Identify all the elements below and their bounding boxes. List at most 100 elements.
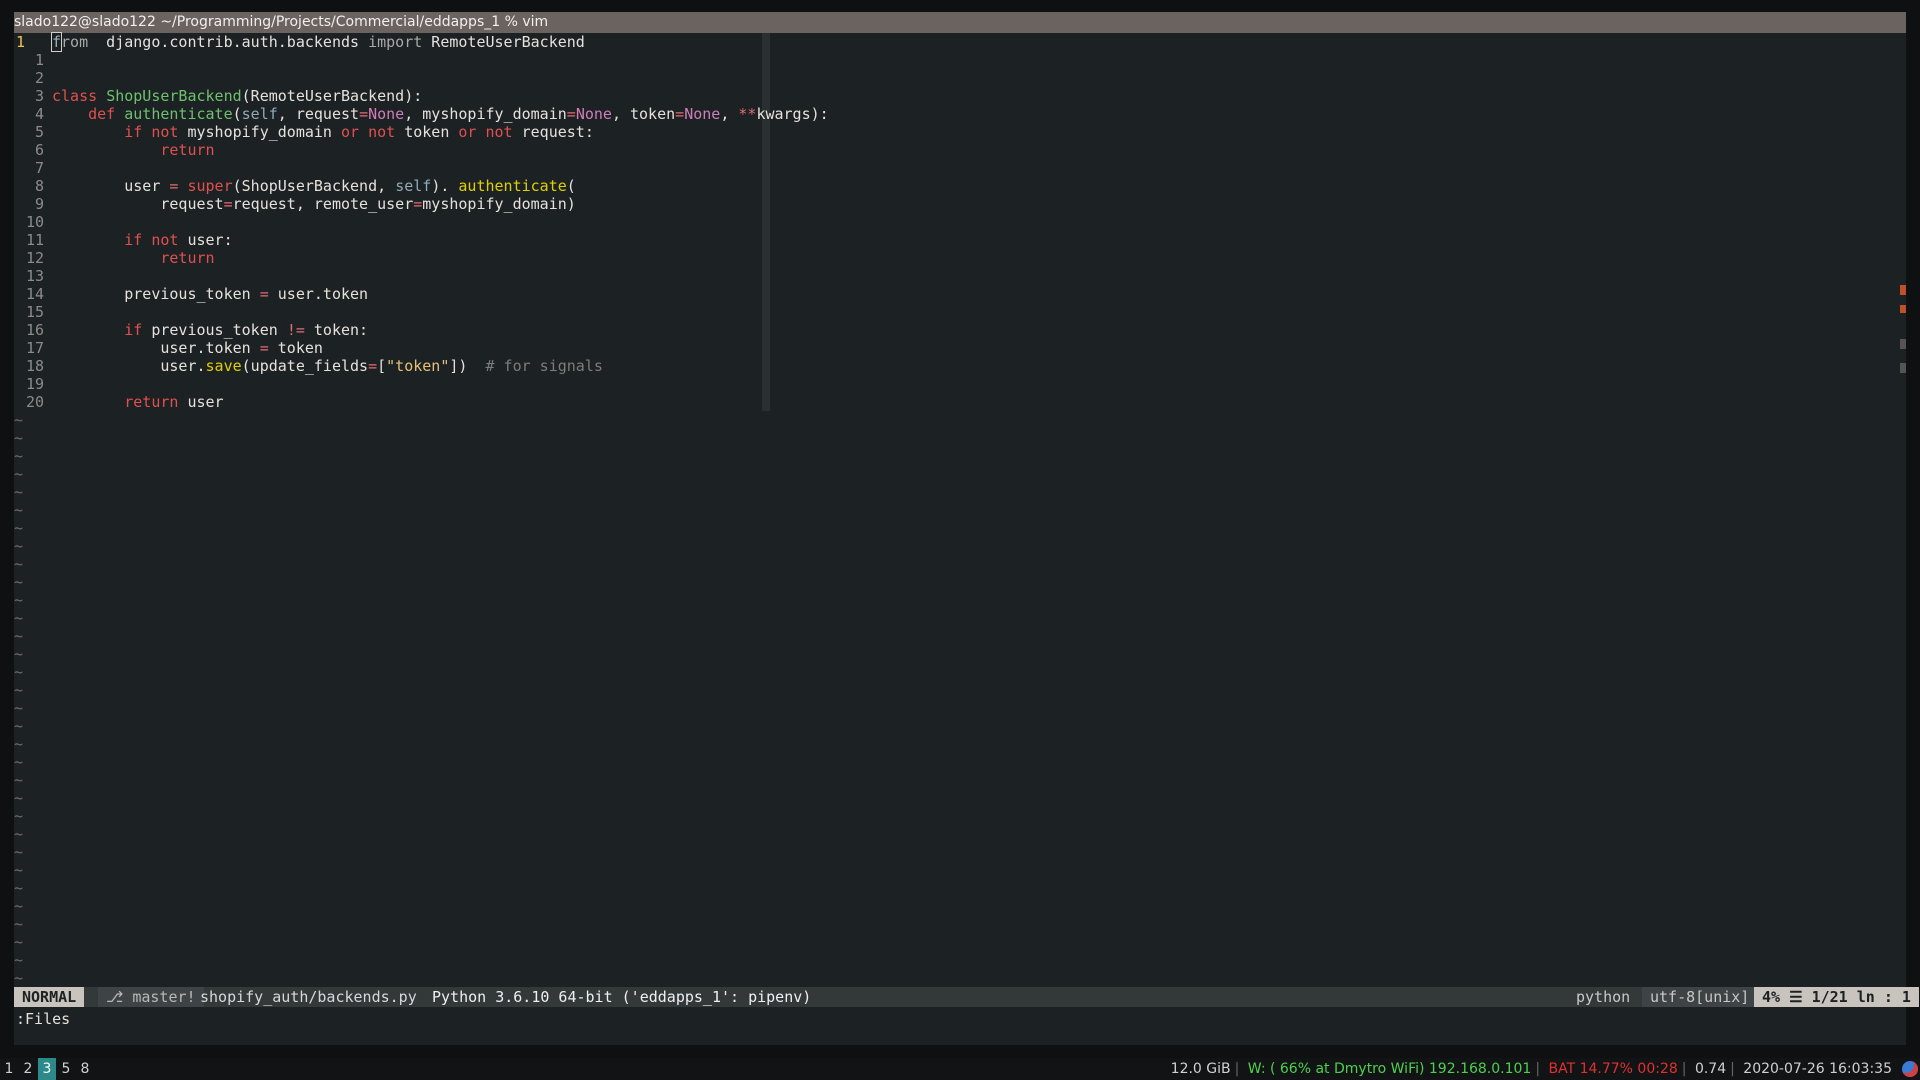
line-number: 8 [34, 177, 44, 195]
code-text: user.token = token [52, 339, 323, 357]
tray-app-icon[interactable] [1902, 1061, 1918, 1077]
code-text: if not user: [124, 231, 233, 249]
empty-line-marker: ~ [14, 645, 24, 663]
code-line[interactable]: 3 class ShopUserBackend(RemoteUserBackend… [14, 87, 1894, 105]
code-line[interactable]: 12 return [14, 249, 1894, 267]
code-line[interactable]: 8 user = super(ShopUserBackend, self). a… [14, 177, 1894, 195]
empty-line-marker: ~ [14, 555, 24, 573]
empty-line-marker: ~ [14, 663, 24, 681]
code-line[interactable]: 4 def authenticate(self, request=None, m… [14, 105, 1894, 123]
workspace-5[interactable]: 5 [57, 1058, 75, 1080]
empty-line-marker: ~ [14, 735, 24, 753]
code-text: from django.contrib.auth.backends import… [50, 32, 585, 52]
terminal-window[interactable]: 1 from django.contrib.auth.backends impor… [14, 32, 1919, 1045]
code-line[interactable]: 15 [14, 303, 1894, 321]
line-number: 1 [34, 51, 44, 69]
status-tray: 12.0 GiB | W: ( 66% at Dmytro WiFi) 192.1… [1170, 1061, 1892, 1077]
workspace-3[interactable]: 3 [38, 1058, 56, 1080]
line-number: 2 [34, 69, 44, 87]
code-text: user.save(update_fields=["token"]) # for… [52, 357, 603, 375]
line-number: 6 [34, 141, 44, 159]
battery-status: BAT 14.77% 00:28 [1548, 1061, 1678, 1077]
code-text: previous_token = user.token [52, 285, 369, 303]
line-number: 4 [34, 105, 44, 123]
memory-status: 12.0 GiB [1170, 1061, 1231, 1077]
code-line[interactable]: 5 if not myshopify_domain or not token o… [14, 123, 1894, 141]
code-line[interactable]: 2 [14, 69, 1894, 87]
code-line[interactable]: 9 request=request, remote_user=myshopify… [14, 195, 1894, 213]
git-branch-icon: ⎇ [106, 988, 133, 1006]
code-line[interactable]: 10 [14, 213, 1894, 231]
empty-line-marker: ~ [14, 573, 24, 591]
code-line[interactable]: 13 [14, 267, 1894, 285]
line-number: 9 [34, 195, 44, 213]
filetype: python [1568, 987, 1639, 1007]
empty-line-marker: ~ [14, 825, 24, 843]
empty-line-marker: ~ [14, 609, 24, 627]
line-number: 7 [34, 159, 44, 177]
empty-line-marker: ~ [14, 771, 24, 789]
terminal-title-bar: slado122@slado122 ~/Programming/Projects… [14, 12, 1906, 33]
line-number: 13 [25, 267, 44, 285]
code-text: if not myshopify_domain or not token or … [124, 123, 594, 141]
git-branch: ⎇ master! [98, 987, 204, 1007]
line-number: 5 [34, 123, 44, 141]
empty-line-marker: ~ [14, 519, 24, 537]
empty-line-marker: ~ [14, 753, 24, 771]
empty-line-marker: ~ [14, 447, 24, 465]
empty-line-marker: ~ [14, 465, 24, 483]
empty-line-marker: ~ [14, 681, 24, 699]
code-line[interactable]: 19 [14, 375, 1894, 393]
line-number: 12 [25, 249, 44, 267]
workspace-1[interactable]: 1 [0, 1058, 18, 1080]
scrollbar[interactable] [1900, 33, 1906, 987]
code-line[interactable]: 17 user.token = token [14, 339, 1894, 357]
empty-line-marker: ~ [14, 789, 24, 807]
empty-line-marker: ~ [14, 591, 24, 609]
code-line[interactable]: 6 return [14, 141, 1894, 159]
line-number: 3 [34, 87, 44, 105]
code-line[interactable]: 16 if previous_token != token: [14, 321, 1894, 339]
code-text: user = super(ShopUserBackend, self). aut… [52, 177, 576, 195]
cursor-position: 4% ☰ 1/21 ln : 1 [1754, 987, 1919, 1007]
empty-line-marker: ~ [14, 933, 24, 951]
empty-line-marker: ~ [14, 897, 24, 915]
code-line[interactable]: 7 [14, 159, 1894, 177]
code-line[interactable]: 1 from django.contrib.auth.backends impor… [14, 32, 1894, 52]
empty-line-marker: ~ [14, 861, 24, 879]
load-average: 0.74 [1694, 1061, 1727, 1077]
line-number: 20 [25, 393, 44, 411]
code-text: return user [124, 393, 224, 411]
vim-editor-buffer[interactable]: 1 from django.contrib.auth.backends impor… [14, 32, 1906, 987]
line-number: 11 [25, 231, 44, 249]
python-interpreter[interactable]: Python 3.6.10 64-bit ('eddapps_1': pipen… [424, 987, 819, 1007]
line-number: 1 [16, 33, 26, 51]
workspace-8[interactable]: 8 [76, 1058, 94, 1080]
line-number: 16 [25, 321, 44, 339]
empty-line-marker: ~ [14, 501, 24, 519]
wifi-status: W: ( 66% at Dmytro WiFi) 192.168.0.101 [1247, 1061, 1532, 1077]
code-line[interactable]: 11 if not user: [14, 231, 1894, 249]
empty-line-marker: ~ [14, 843, 24, 861]
empty-line-marker: ~ [14, 969, 24, 987]
vim-statusline: NORMAL ⎇ master! shopify_auth/backends.p… [14, 987, 1919, 1007]
line-number: 15 [25, 303, 44, 321]
empty-line-marker: ~ [14, 411, 24, 429]
empty-line-marker: ~ [14, 483, 24, 501]
file-path: shopify_auth/backends.py [200, 988, 417, 1006]
line-number: 10 [25, 213, 44, 231]
code-text: request=request, remote_user=myshopify_d… [52, 195, 576, 213]
code-line[interactable]: 1 [14, 51, 1894, 69]
code-line[interactable]: 14 previous_token = user.token [14, 285, 1894, 303]
code-line[interactable]: 18 user.save(update_fields=["token"]) # … [14, 357, 1894, 375]
empty-line-marker: ~ [14, 699, 24, 717]
code-text: if previous_token != token: [124, 321, 369, 339]
empty-line-marker: ~ [14, 915, 24, 933]
git-branch-label: master! [132, 988, 196, 1006]
line-number: 19 [25, 375, 44, 393]
mode-indicator: NORMAL [14, 987, 85, 1007]
workspace-2[interactable]: 2 [19, 1058, 37, 1080]
vim-command-line[interactable]: :Files [14, 1009, 70, 1029]
window-title: slado122@slado122 ~/Programming/Projects… [14, 14, 549, 30]
code-line[interactable]: 20 return user [14, 393, 1894, 411]
